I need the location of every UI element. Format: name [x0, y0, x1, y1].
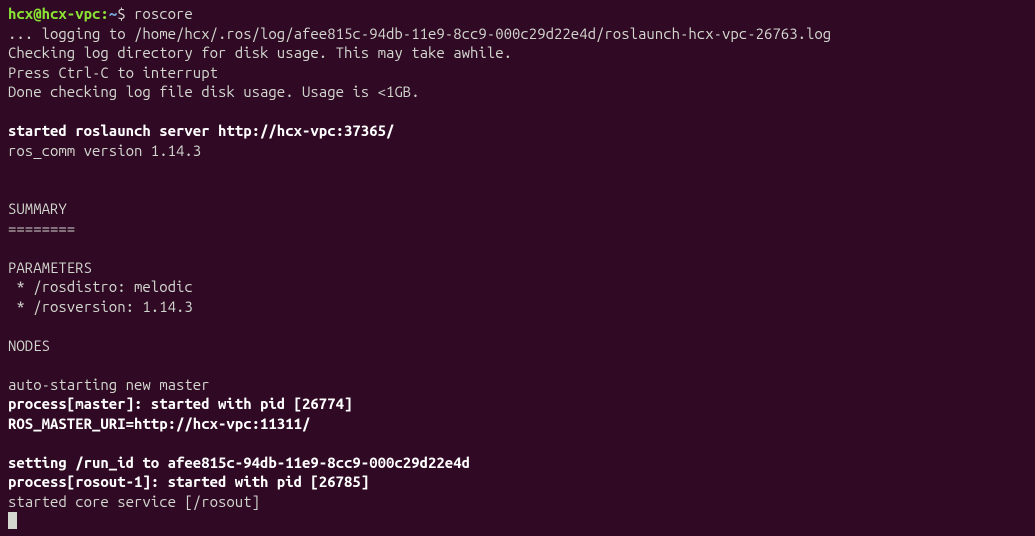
output-line: started core service [/rosout]	[8, 493, 260, 510]
output-line: started roslaunch server http://hcx-vpc:…	[8, 122, 394, 139]
command-input: roscore	[134, 5, 193, 22]
output-line: Done checking log file disk usage. Usage…	[8, 83, 420, 100]
output-line: PARAMETERS	[8, 259, 92, 276]
output-line: process[master]: started with pid [26774…	[8, 395, 352, 412]
output-line: ROS_MASTER_URI=http://hcx-vpc:11311/	[8, 415, 310, 432]
terminal-window[interactable]: hcx@hcx-vpc:~$ roscore ... logging to /h…	[8, 4, 1027, 531]
output-line: ... logging to /home/hcx/.ros/log/afee81…	[8, 25, 831, 42]
output-line: NODES	[8, 337, 50, 354]
output-line: SUMMARY	[8, 200, 67, 217]
output-line: ========	[8, 220, 75, 237]
output-line: Checking log directory for disk usage. T…	[8, 44, 512, 61]
cursor	[8, 512, 17, 529]
prompt-line: hcx@hcx-vpc:~$ roscore	[8, 5, 193, 22]
output-line: setting /run_id to afee815c-94db-11e9-8c…	[8, 454, 470, 471]
output-line: * /rosversion: 1.14.3	[8, 298, 193, 315]
output-line: process[rosout-1]: started with pid [267…	[8, 473, 369, 490]
prompt-dollar: $	[117, 5, 134, 22]
terminal-output: ... logging to /home/hcx/.ros/log/afee81…	[8, 24, 1027, 512]
output-line: * /rosdistro: melodic	[8, 278, 193, 295]
prompt-separator: :	[100, 5, 108, 22]
prompt-path: ~	[109, 5, 117, 22]
output-line: auto-starting new master	[8, 376, 210, 393]
output-line: Press Ctrl-C to interrupt	[8, 64, 218, 81]
output-line: ros_comm version 1.14.3	[8, 142, 201, 159]
prompt-user-host: hcx@hcx-vpc	[8, 5, 100, 22]
